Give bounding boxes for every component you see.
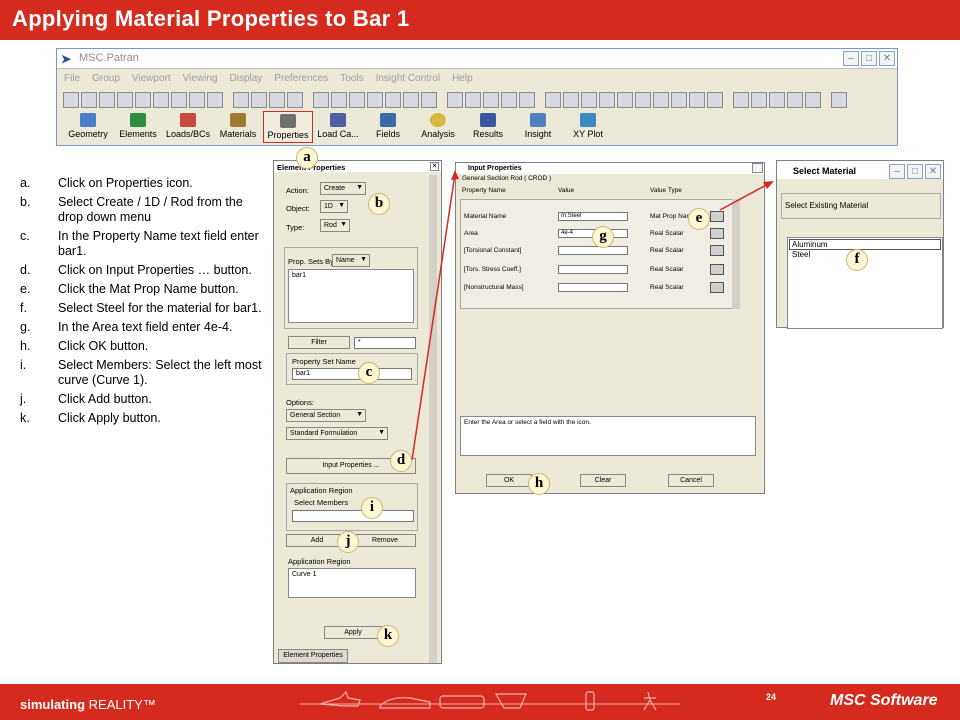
arrow-input-properties [411,173,456,461]
car-icon [379,697,431,709]
marker-h: h [528,473,550,495]
marker-j: j [337,531,359,553]
marker-i: i [361,497,383,519]
train-icon [439,695,485,709]
marker-a: a [296,147,318,169]
footer-bar: simulating REALITY™ 24 MSC Software [0,684,960,720]
marker-c: c [358,362,380,384]
marker-k: k [377,625,399,647]
footer-brand: simulating REALITY™ [20,697,156,712]
page-number: 24 [766,692,777,702]
callout-arrows [411,170,774,461]
arrow-head [763,181,774,189]
marker-b: b [368,193,390,215]
person-icon [643,691,657,711]
marker-d: d [390,450,412,472]
marker-g: g [592,226,614,248]
arrow-select-material [719,182,771,211]
ship-icon [494,693,527,709]
vehicle-icons [300,690,680,711]
marker-e: e [688,208,710,230]
arrow-head [451,170,459,180]
msc-software-logo: MSC Software [830,692,938,709]
marker-f: f [846,249,868,271]
phone-icon [585,691,595,711]
